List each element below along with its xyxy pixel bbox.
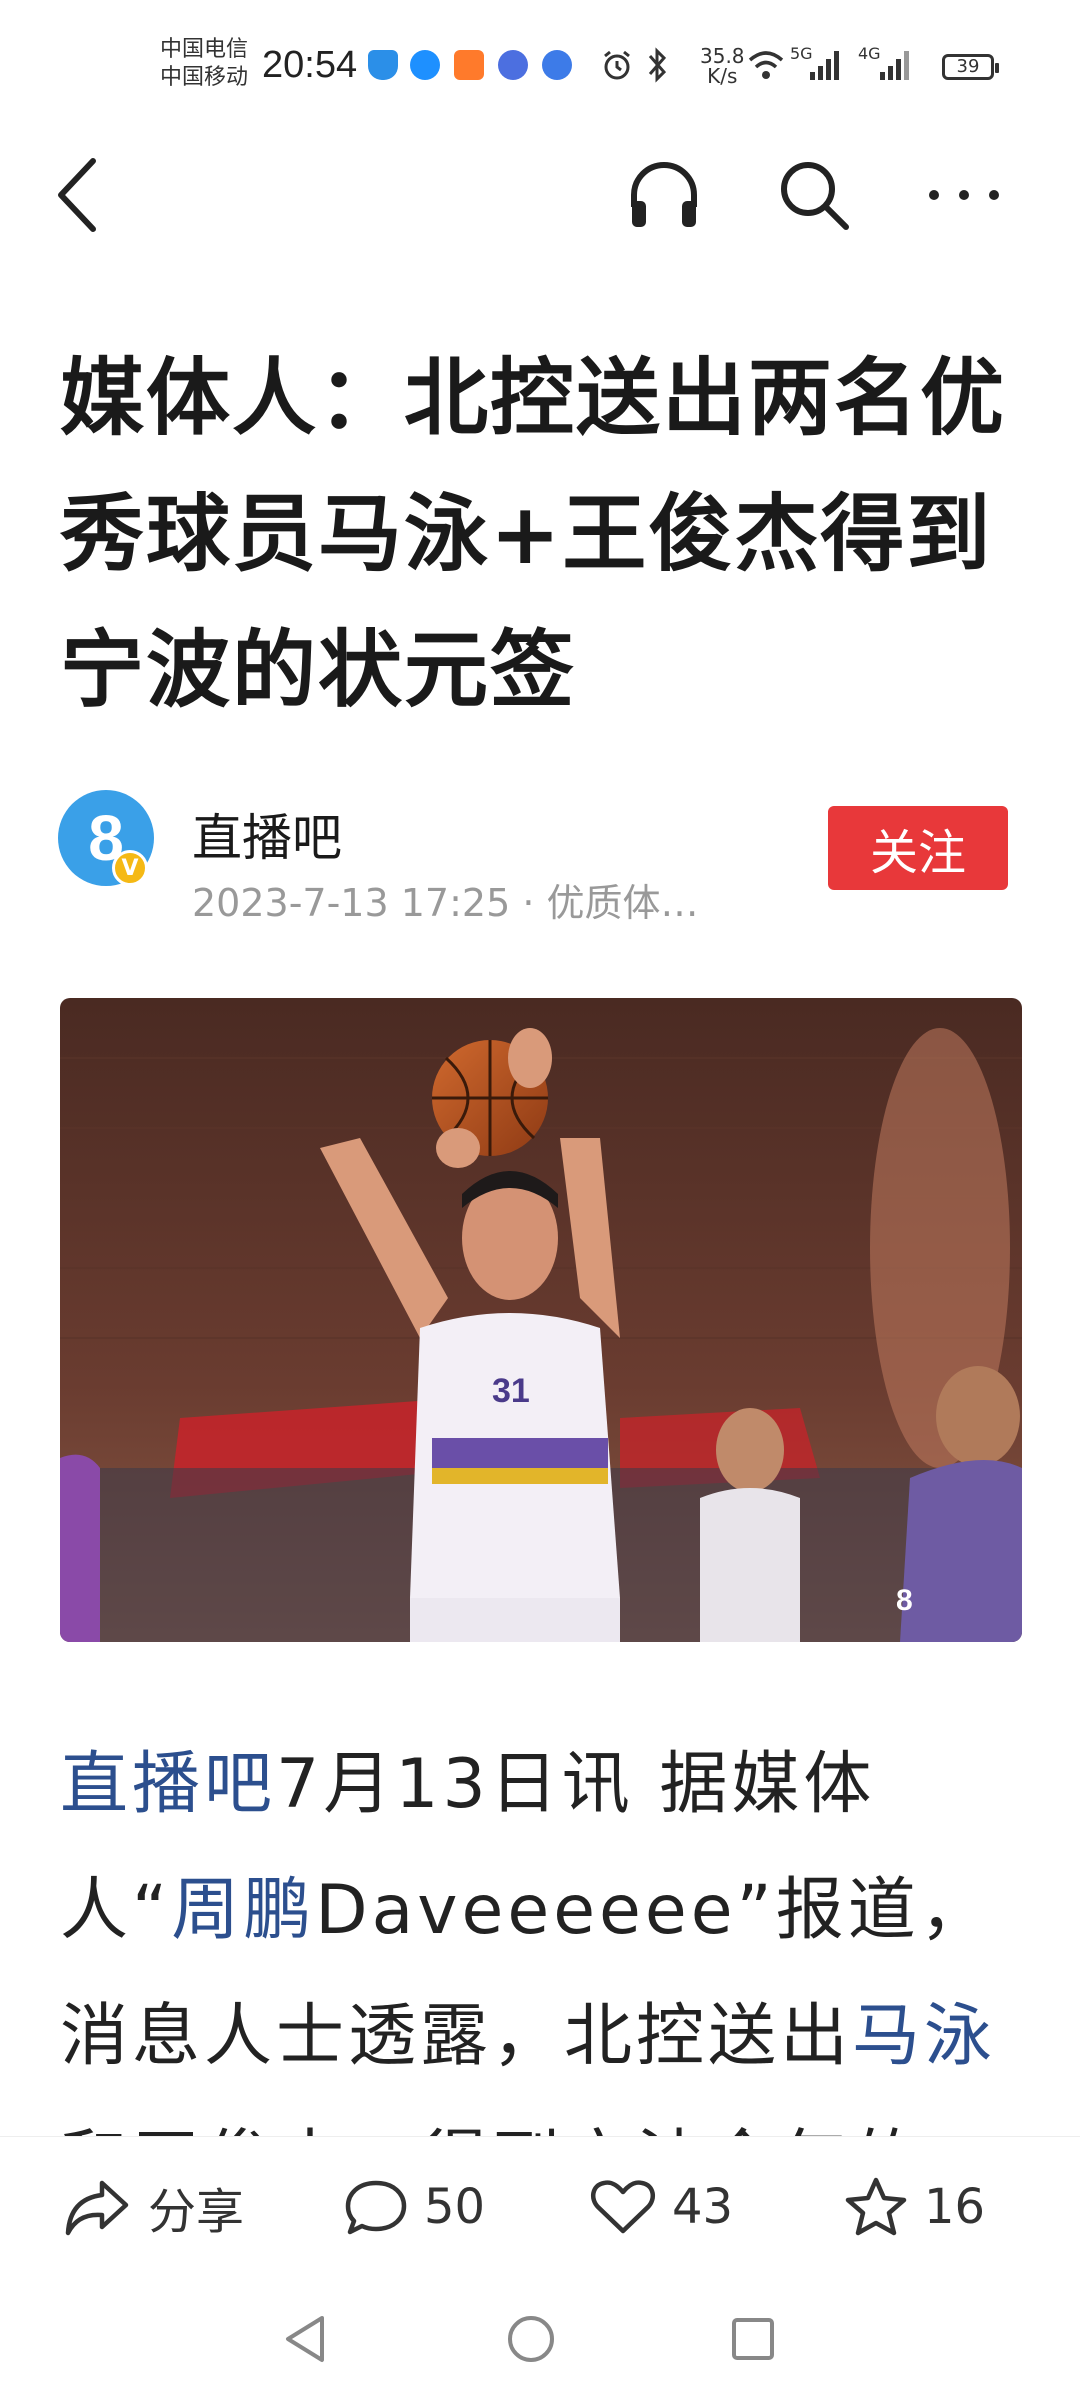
comment-button[interactable]: 50 (344, 2137, 485, 2277)
net-speed-value: 35.8 (700, 44, 745, 68)
author-meta: 2023-7-13 17:25 · 优质体… (192, 881, 699, 925)
more-button[interactable] (914, 140, 1014, 250)
shield-app-icon (368, 50, 398, 80)
carrier-2: 中国移动 (160, 65, 249, 90)
author-name[interactable]: 直播吧 (192, 798, 342, 870)
wifi-icon (748, 51, 784, 79)
like-count: 43 (672, 2179, 734, 2235)
headphones-icon (631, 162, 697, 227)
zhibo8-app-icon (410, 50, 440, 80)
link-zhibo8[interactable]: 直播吧 (60, 1745, 276, 1824)
didi-app-icon (454, 50, 484, 80)
music-app-icon (498, 50, 528, 80)
share-button[interactable]: 分享 (62, 2137, 244, 2277)
article-image[interactable]: 8 31 (60, 998, 1022, 1642)
listen-button[interactable] (614, 140, 714, 250)
jersey-number: 31 (492, 1372, 530, 1410)
search-button[interactable] (764, 140, 864, 250)
search-icon (781, 162, 849, 230)
heart-icon (590, 2180, 656, 2234)
system-nav-bar (0, 2276, 1080, 2400)
more-dots-icon (929, 190, 999, 200)
nav-back-icon[interactable] (282, 2314, 328, 2364)
signal-strength-icon (810, 51, 839, 80)
like-button[interactable]: 43 (590, 2137, 733, 2277)
chevron-left-icon (58, 158, 96, 232)
jersey-text-right: 8 (896, 1584, 913, 1617)
nav-recents-icon[interactable] (730, 2316, 776, 2362)
basketball-player-photo: 8 31 (60, 998, 1022, 1642)
back-button[interactable] (28, 140, 128, 250)
article-title: 媒体人：北控送出两名优秀球员马泳+王俊杰得到宁波的状元签 (60, 349, 1007, 719)
browser-app-icon (542, 50, 572, 80)
bluetooth-icon (648, 47, 667, 83)
link-zhoupeng[interactable]: 周鹏 (171, 1871, 315, 1950)
net-speed: 35.8 K/s (700, 46, 745, 86)
nav-home-icon[interactable] (506, 2314, 556, 2364)
share-icon (65, 2180, 129, 2236)
favorite-button[interactable]: 16 (844, 2137, 985, 2277)
follow-button[interactable]: 关注 (828, 806, 1008, 890)
status-bar: 中国电信 中国移动 20:54 35.8 K/s 5G 4G 39 (0, 0, 1080, 130)
comment-icon (345, 2180, 407, 2235)
share-label: 分享 (148, 2184, 245, 2240)
verified-badge-icon: V (112, 850, 148, 886)
star-icon (845, 2177, 907, 2236)
action-bar: 分享 50 43 16 (0, 2136, 1080, 2277)
signal-strength-2-icon (880, 51, 909, 80)
top-nav (0, 140, 1080, 250)
carrier-1: 中国电信 (160, 37, 249, 62)
status-time: 20:54 (262, 44, 358, 86)
battery-indicator: 39 (942, 54, 999, 80)
comment-count: 50 (424, 2179, 486, 2235)
net-speed-unit: K/s (707, 64, 738, 88)
carrier-info: 中国电信 中国移动 (160, 36, 248, 92)
alarm-icon (604, 50, 630, 80)
favorite-count: 16 (924, 2179, 986, 2235)
link-mayong[interactable]: 马泳 (852, 1997, 996, 2076)
